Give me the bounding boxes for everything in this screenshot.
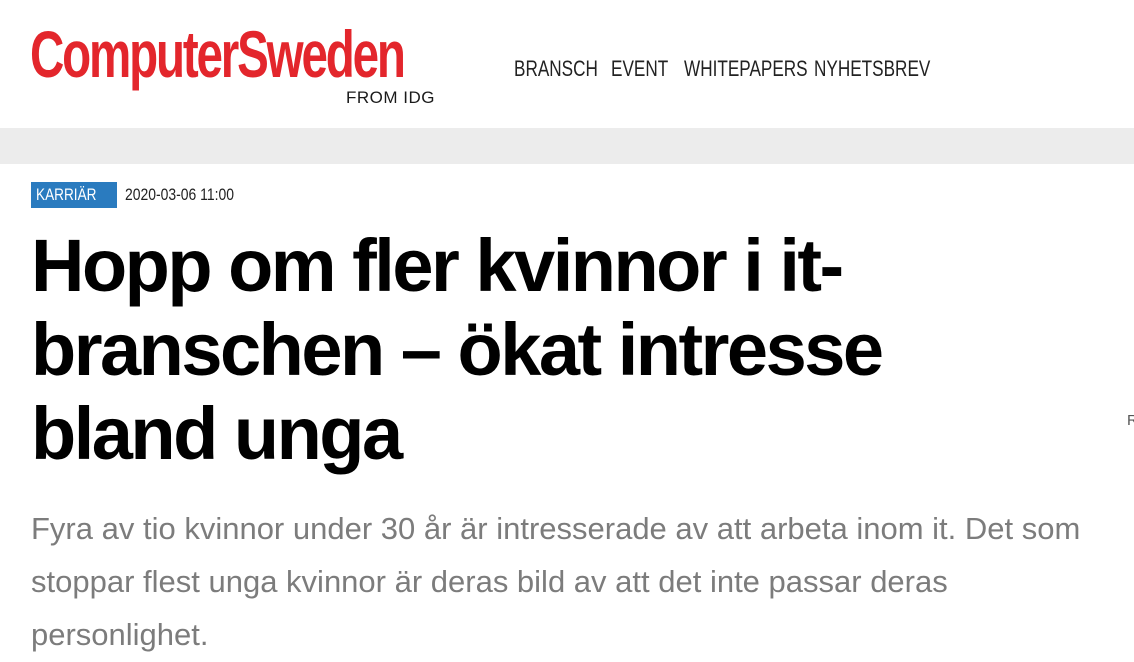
- article-timestamp: 2020-03-06 11:00: [124, 185, 234, 204]
- nav-item-whitepapers[interactable]: WHITEPAPERS: [684, 54, 808, 84]
- site-header: ComputerSweden FROM IDG BRANSCH EVENT WH…: [0, 0, 1134, 128]
- nav-slot-event: EVENT: [611, 54, 684, 84]
- logo-wordmark: ComputerSweden: [30, 17, 406, 91]
- logo-tagline: FROM IDG: [346, 88, 435, 107]
- nav-slot-whitepapers: WHITEPAPERS: [684, 54, 814, 84]
- category-badge[interactable]: KARRIÄR: [31, 182, 117, 208]
- article-meta: KARRIÄR 2020-03-06 11:00: [31, 182, 258, 208]
- article-headline: Hopp om fler kvinnor i it-branschen – ök…: [31, 224, 884, 475]
- nav-item-event[interactable]: EVENT: [611, 54, 668, 84]
- header-divider-bar: [0, 128, 1134, 164]
- nav-slot-bransch: BRANSCH: [514, 54, 611, 84]
- main-nav: BRANSCH EVENT WHITEPAPERS NYHETSBREV: [514, 54, 930, 84]
- site-logo[interactable]: ComputerSweden FROM IDG: [30, 14, 470, 114]
- sidebar-edge-text: R: [1127, 412, 1134, 429]
- nav-slot-nyhetsbrev: NYHETSBREV: [814, 54, 930, 84]
- category-label: KARRIÄR: [36, 185, 97, 204]
- nav-item-nyhetsbrev[interactable]: NYHETSBREV: [814, 54, 930, 84]
- nav-item-bransch[interactable]: BRANSCH: [514, 54, 598, 84]
- article-lead: Fyra av tio kvinnor under 30 år är intre…: [31, 511, 1081, 652]
